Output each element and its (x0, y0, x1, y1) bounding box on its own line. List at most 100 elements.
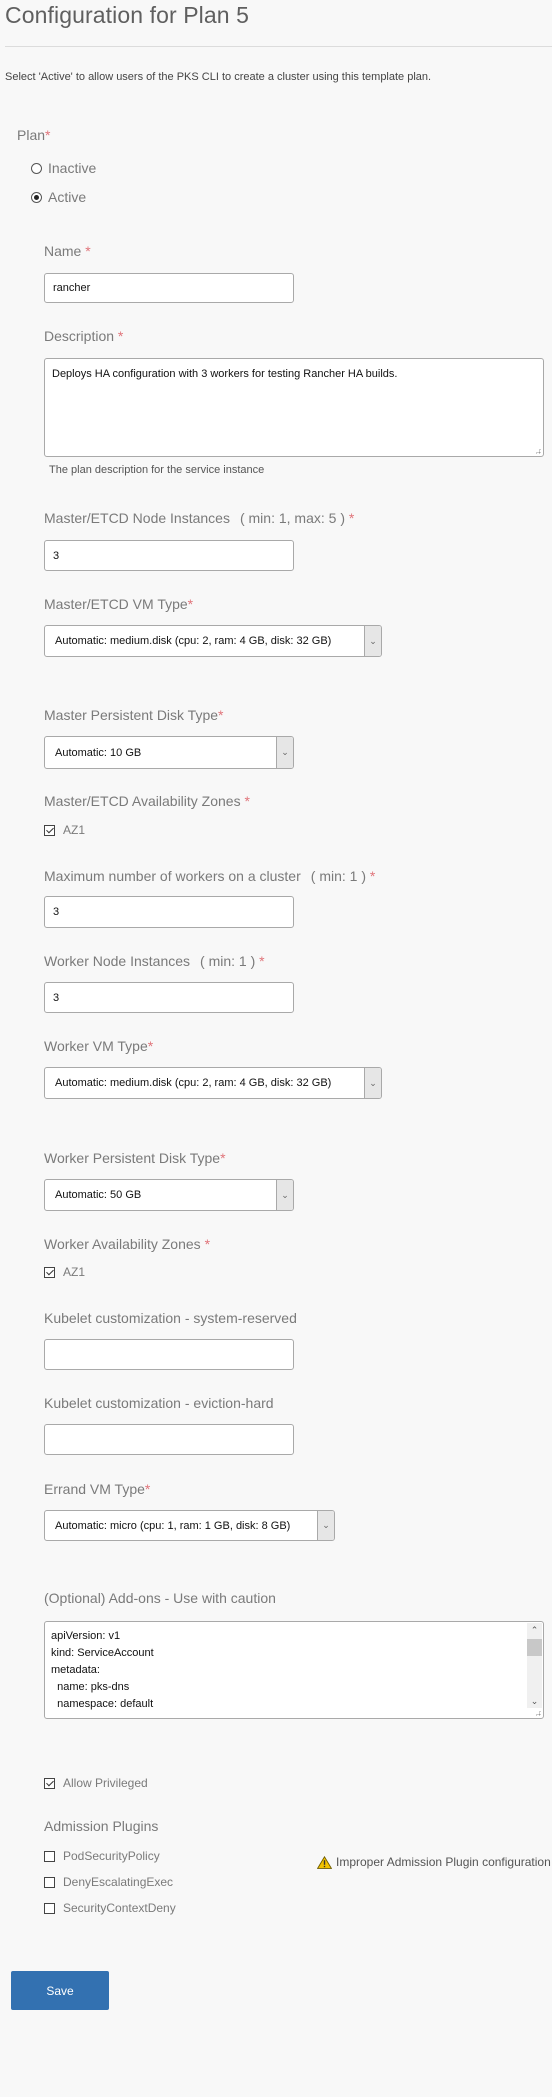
checkbox-checked[interactable] (44, 1266, 55, 1278)
master-vm-type-select[interactable]: Automatic: medium.disk (cpu: 2, ram: 4 G… (44, 625, 382, 657)
input-value: 3 (53, 991, 60, 1004)
description-helper: The plan description for the service ins… (49, 464, 265, 476)
name-input[interactable]: rancher (44, 273, 294, 303)
label-text: Worker Node Instances (44, 953, 191, 969)
kubelet-system-reserved-label: Kubelet customization - system-reserved (44, 1310, 297, 1326)
scroll-up-icon[interactable]: ⌃ (527, 1623, 542, 1637)
scroll-thumb[interactable] (527, 1639, 542, 1656)
master-vm-type-label: Master/ETCD VM Type* (44, 596, 193, 612)
checkbox-label: PodSecurityPolicy (63, 1849, 160, 1863)
security-context-deny-checkbox[interactable]: SecurityContextDeny (44, 1901, 176, 1915)
radio-label: Inactive (48, 160, 97, 176)
resize-grip-icon[interactable] (535, 448, 541, 454)
allow-privileged-checkbox[interactable]: Allow Privileged (44, 1776, 148, 1790)
radio-inactive[interactable]: Inactive (31, 160, 96, 176)
worker-disk-type-select[interactable]: Automatic: 50 GB ⌄ (44, 1179, 294, 1211)
name-label: Name * (44, 243, 91, 259)
addons-textarea[interactable]: apiVersion: v1 kind: ServiceAccount meta… (44, 1621, 544, 1719)
pod-security-policy-checkbox[interactable]: PodSecurityPolicy (44, 1849, 160, 1863)
label-text: Description (44, 328, 115, 344)
description-label: Description * (44, 328, 123, 344)
max-workers-label: Maximum number of workers on a cluster ( … (44, 868, 375, 884)
chevron-down-icon[interactable]: ⌄ (364, 626, 381, 656)
checkbox-label: AZ1 (63, 1265, 86, 1279)
label-text: Master/ETCD VM Type (44, 596, 188, 612)
required-marker: * (85, 243, 91, 259)
plan-label-text: Plan (17, 127, 46, 143)
required-marker: * (220, 1150, 226, 1166)
select-value: Automatic: medium.disk (cpu: 2, ram: 4 G… (55, 635, 332, 647)
worker-azs-label: Worker Availability Zones * (44, 1236, 210, 1252)
required-marker: * (117, 328, 124, 344)
worker-instances-input[interactable]: 3 (44, 982, 294, 1013)
select-value: Automatic: 10 GB (55, 746, 142, 759)
required-marker: * (218, 707, 224, 723)
master-instances-label: Master/ETCD Node Instances ( min: 1, max:… (44, 510, 354, 526)
checkbox-checked[interactable] (44, 1777, 55, 1789)
range-hint: ( min: 1, max: 5 ) (239, 510, 345, 526)
addons-line: apiVersion: v1 (51, 1630, 121, 1642)
checkbox-checked[interactable] (44, 824, 55, 836)
chevron-down-icon[interactable]: ⌄ (364, 1068, 381, 1098)
addons-line: kind: ServiceAccount (51, 1647, 154, 1659)
worker-vm-type-select[interactable]: Automatic: medium.disk (cpu: 2, ram: 4 G… (44, 1067, 382, 1099)
radio-active[interactable]: Active (31, 189, 86, 205)
range-hint: ( min: 1 ) (310, 868, 366, 884)
description-textarea[interactable]: Deploys HA configuration with 3 workers … (44, 358, 544, 457)
label-text: Worker Persistent Disk Type (44, 1150, 221, 1166)
save-button[interactable]: Save (11, 1971, 109, 2010)
master-azs-label: Master/ETCD Availability Zones * (44, 793, 250, 809)
master-instances-input[interactable]: 3 (44, 540, 294, 571)
page-title: Configuration for Plan 5 (5, 2, 250, 28)
label-text: Master/ETCD Node Instances (44, 510, 230, 526)
required-marker: * (45, 127, 51, 143)
checkbox-label: Allow Privileged (63, 1776, 148, 1790)
required-marker: * (144, 1481, 151, 1497)
radio-label: Active (48, 189, 87, 205)
worker-vm-type-label: Worker VM Type* (44, 1038, 153, 1054)
range-hint: ( min: 1 ) (200, 953, 256, 969)
addons-line: namespace: default (51, 1698, 154, 1710)
admission-plugin-warning: Improper Admission Plugin configuration (317, 1855, 551, 1869)
required-marker: * (187, 596, 194, 612)
max-workers-input[interactable]: 3 (44, 896, 294, 928)
name-value: rancher (53, 282, 91, 294)
chevron-down-icon[interactable]: ⌄ (317, 1511, 334, 1540)
checkbox-label: DenyEscalatingExec (63, 1875, 174, 1889)
required-marker: * (204, 1236, 211, 1252)
addons-scrollbar[interactable]: ⌃ ⌄ (527, 1623, 542, 1708)
deny-escalating-exec-checkbox[interactable]: DenyEscalatingExec (44, 1875, 173, 1889)
kubelet-system-reserved-input[interactable] (44, 1339, 294, 1370)
plan-label: Plan* (17, 127, 50, 143)
worker-disk-type-label: Worker Persistent Disk Type* (44, 1150, 226, 1166)
scroll-down-icon[interactable]: ⌄ (527, 1694, 542, 1708)
intro-text: Select 'Active' to allow users of the PK… (5, 71, 432, 83)
input-value: 3 (53, 906, 60, 918)
checkbox-unchecked[interactable] (44, 1876, 55, 1888)
title-divider (5, 46, 552, 47)
admission-plugins-label: Admission Plugins (44, 1818, 159, 1834)
chevron-down-icon[interactable]: ⌄ (276, 737, 293, 768)
addons-line: metadata: (51, 1664, 100, 1676)
warning-icon (317, 1855, 332, 1869)
chevron-down-icon[interactable]: ⌄ (276, 1180, 293, 1210)
warning-text: Improper Admission Plugin configuration (336, 1855, 551, 1869)
master-az1-checkbox[interactable]: AZ1 (44, 823, 85, 837)
checkbox-label: AZ1 (63, 823, 86, 837)
worker-instances-label: Worker Node Instances ( min: 1 ) * (44, 953, 265, 969)
checkbox-unchecked[interactable] (44, 1902, 55, 1914)
kubelet-eviction-hard-label: Kubelet customization - eviction-hard (44, 1395, 274, 1411)
master-disk-type-label: Master Persistent Disk Type* (44, 707, 223, 723)
checkbox-unchecked[interactable] (44, 1850, 55, 1862)
required-marker: * (147, 1038, 154, 1054)
label-text: Master/ETCD Availability Zones (44, 793, 241, 809)
master-disk-type-select[interactable]: Automatic: 10 GB ⌄ (44, 736, 294, 769)
addons-label: (Optional) Add-ons - Use with caution (44, 1590, 276, 1606)
kubelet-eviction-hard-input[interactable] (44, 1424, 294, 1455)
checkbox-label: SecurityContextDeny (63, 1901, 176, 1915)
required-marker: * (244, 793, 250, 809)
worker-az1-checkbox[interactable]: AZ1 (44, 1265, 85, 1279)
radio-button[interactable] (31, 162, 42, 174)
radio-button-selected[interactable] (31, 191, 42, 203)
errand-vm-type-select[interactable]: Automatic: micro (cpu: 1, ram: 1 GB, dis… (44, 1510, 335, 1541)
